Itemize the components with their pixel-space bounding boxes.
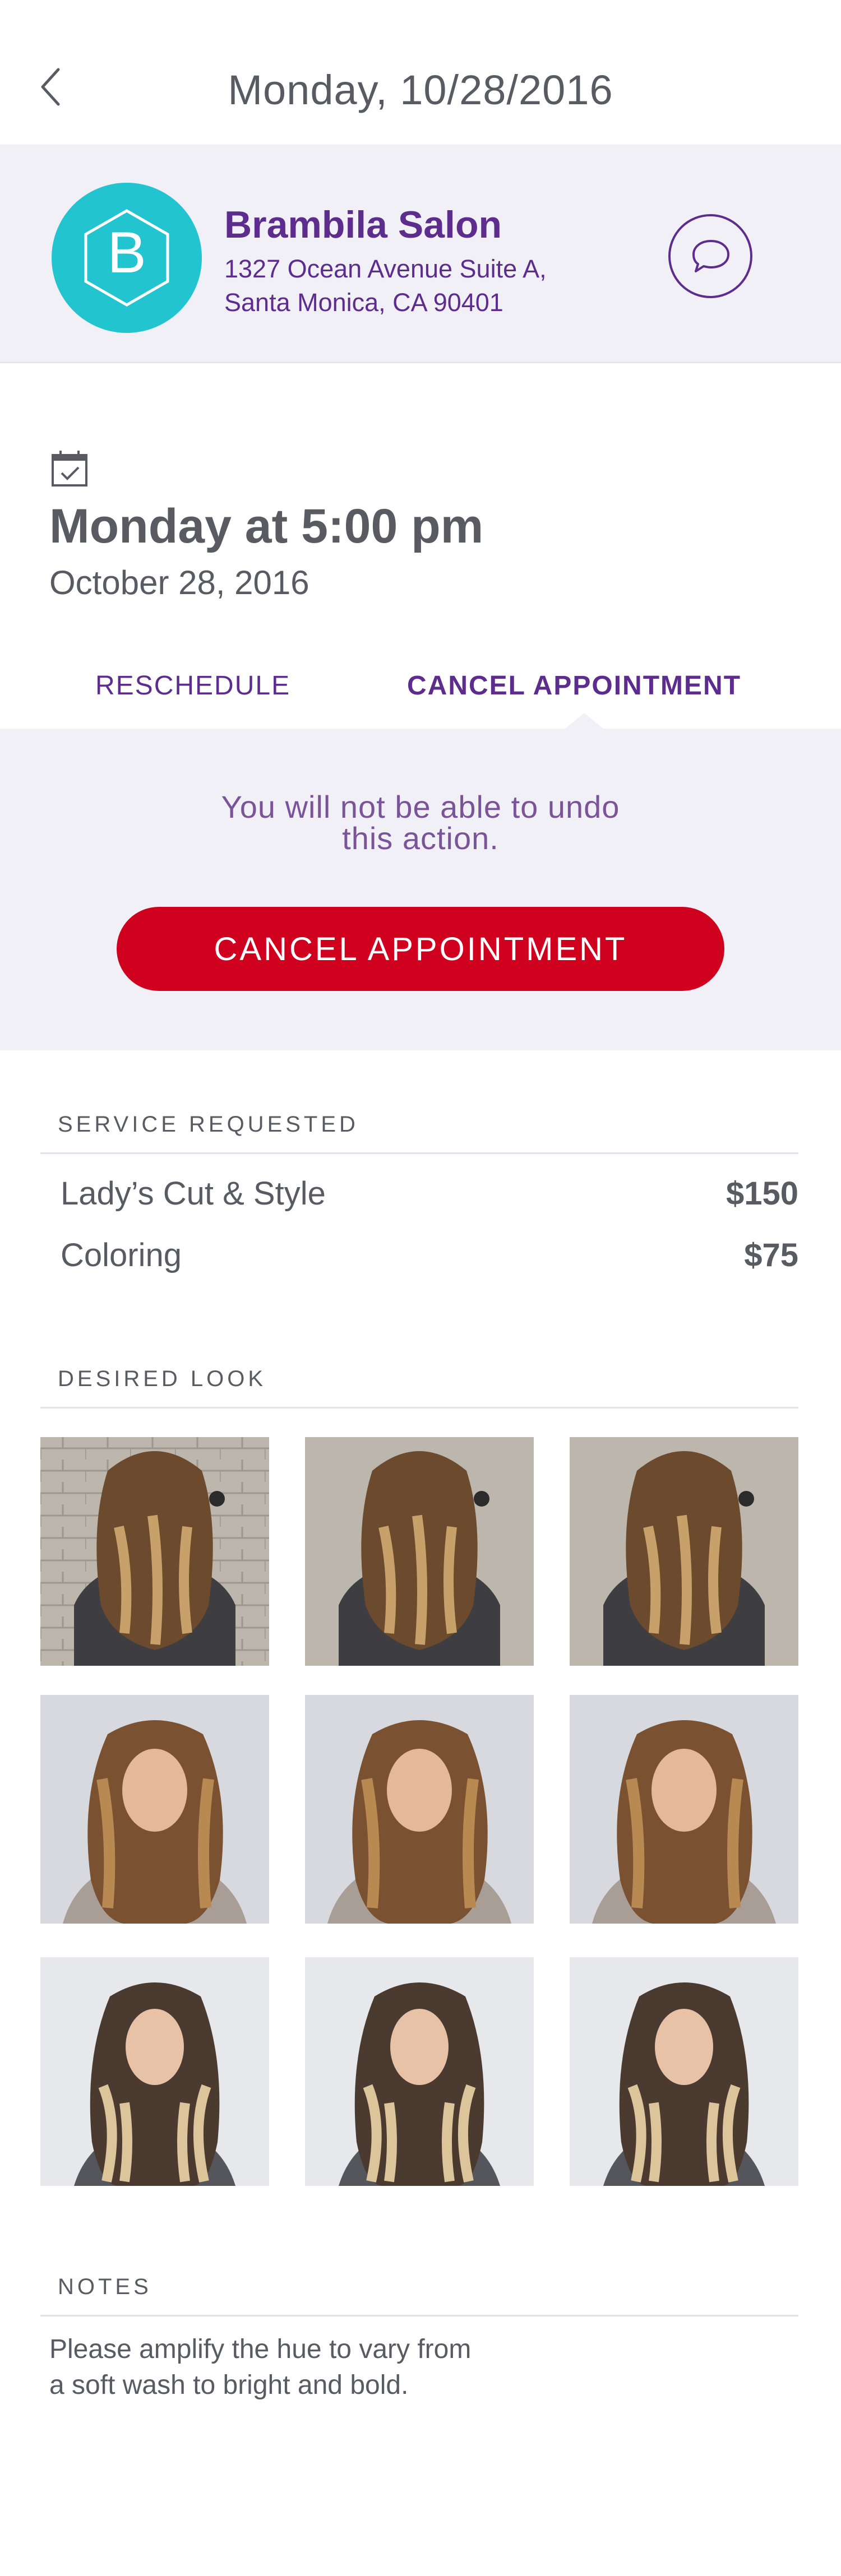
salon-logo-letter: B (107, 220, 146, 285)
tab-cancel-appointment[interactable]: CANCEL APPOINTMENT (407, 670, 741, 701)
appointment-date: October 28, 2016 (49, 564, 309, 601)
cancel-appointment-button[interactable]: CANCEL APPOINTMENT (117, 907, 724, 991)
desired-look-photo[interactable] (40, 1957, 269, 2186)
page-title: Monday, 10/28/2016 (228, 67, 613, 113)
desired-look-photo[interactable] (570, 1695, 798, 1924)
desired-look-photo[interactable] (40, 1437, 269, 1666)
notes-heading: NOTES (58, 2274, 152, 2299)
service-price: $75 (744, 1237, 798, 1273)
notes-line1: Please amplify the hue to vary from (49, 2334, 472, 2364)
desired-look-photo[interactable] (305, 1957, 534, 2186)
desired-look-photo[interactable] (570, 1957, 798, 2186)
hexagon-logo-icon: B (84, 209, 169, 307)
cancel-warning-text: You will not be able to undo this action… (140, 791, 701, 854)
service-price: $150 (726, 1175, 798, 1212)
appointment-time: Monday at 5:00 pm (49, 499, 484, 553)
divider (40, 1152, 798, 1154)
appointment-detail-screen: Monday, 10/28/2016 B Brambila Salon 1327… (0, 0, 841, 2576)
cancel-warning-line1: You will not be able to undo (221, 789, 620, 824)
tab-reschedule[interactable]: RESCHEDULE (95, 670, 290, 701)
desired-look-photo[interactable] (305, 1437, 534, 1666)
divider (40, 1407, 798, 1409)
desired-look-photo[interactable] (305, 1695, 534, 1924)
notes-text: Please amplify the hue to vary from a so… (49, 2332, 554, 2403)
top-bar: Monday, 10/28/2016 (0, 0, 841, 145)
active-tab-indicator (565, 713, 603, 729)
cancel-panel: You will not be able to undo this action… (0, 729, 841, 1050)
salon-address-line2: Santa Monica, CA 90401 (224, 288, 503, 317)
salon-address-line1: 1327 Ocean Avenue Suite A, (224, 254, 547, 283)
chat-bubble-icon (692, 240, 729, 272)
chat-button[interactable] (668, 214, 752, 298)
salon-logo: B (52, 183, 202, 333)
calendar-check-icon (49, 448, 90, 489)
cancel-warning-line2: this action. (342, 821, 499, 856)
salon-name: Brambila Salon (224, 203, 502, 246)
desired-look-heading: DESIRED LOOK (58, 1366, 267, 1391)
desired-look-photo[interactable] (570, 1437, 798, 1666)
salon-address: 1327 Ocean Avenue Suite A, Santa Monica,… (224, 252, 617, 319)
salon-header: B Brambila Salon 1327 Ocean Avenue Suite… (0, 145, 841, 363)
service-name: Lady’s Cut & Style (61, 1175, 326, 1212)
services-heading: SERVICE REQUESTED (58, 1112, 359, 1137)
notes-line2: a soft wash to bright and bold. (49, 2370, 409, 2400)
service-name: Coloring (61, 1237, 182, 1273)
desired-look-photo[interactable] (40, 1695, 269, 1924)
divider (40, 2315, 798, 2316)
